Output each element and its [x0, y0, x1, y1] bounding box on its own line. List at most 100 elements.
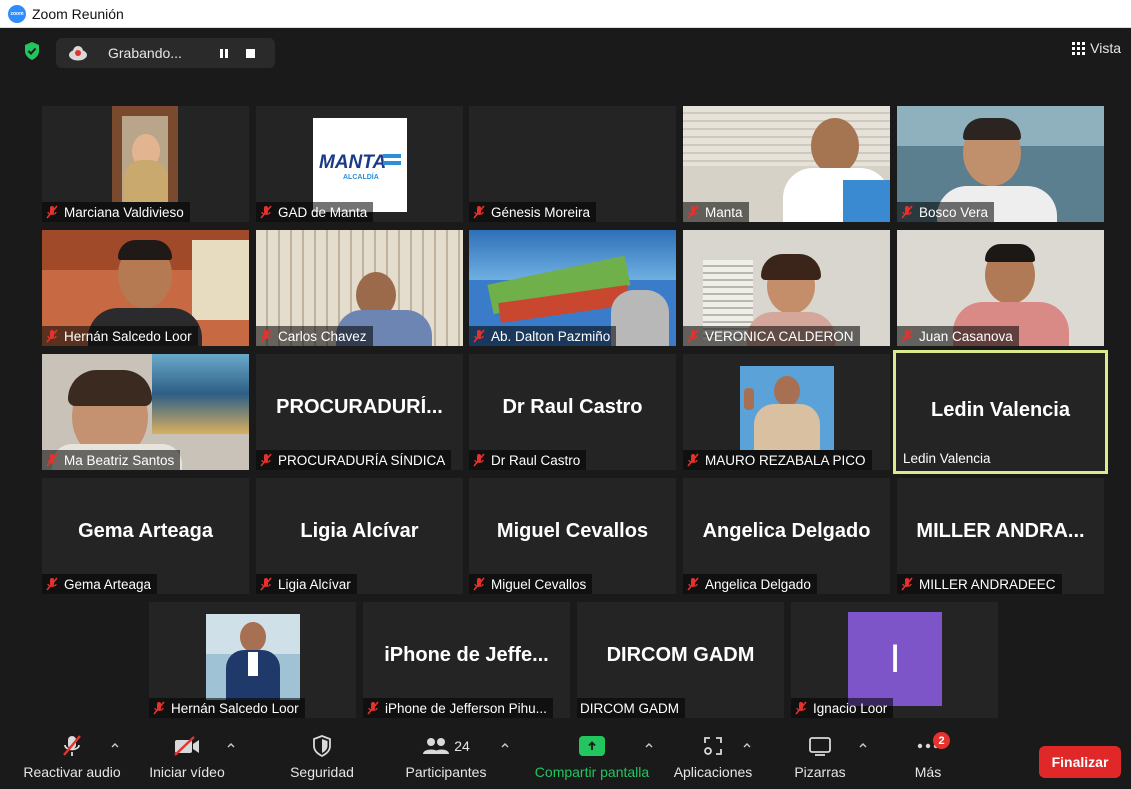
participant-name-label: Miguel Cevallos [469, 574, 593, 594]
video-tile[interactable]: MANTA ALCALDÍA GAD de Manta [256, 106, 463, 222]
share-options-chevron-up-icon[interactable] [644, 740, 654, 750]
participant-name-label: Angelica Delgado [683, 574, 817, 594]
pause-icon [220, 48, 223, 58]
muted-mic-icon [795, 701, 807, 715]
whiteboard-icon [809, 737, 831, 756]
video-tile[interactable]: Carlos Chavez [256, 230, 463, 346]
logo-stripe [383, 154, 401, 158]
muted-mic-icon [901, 577, 913, 591]
wall-frame [192, 240, 249, 320]
muted-mic-icon [260, 205, 272, 219]
participant-display-name: Ligia Alcívar [300, 520, 419, 542]
participant-name-label: Hernán Salcedo Loor [149, 698, 305, 718]
participant-face [811, 118, 859, 174]
participant-name-label: Génesis Moreira [469, 202, 597, 222]
participant-name: Angelica Delgado [705, 576, 811, 592]
encryption-shield-icon[interactable] [23, 41, 41, 61]
video-tile[interactable]: Dr Raul Castro Dr Raul Castro [469, 354, 676, 470]
participant-hair [985, 244, 1035, 262]
audio-options-chevron-up-icon[interactable] [110, 740, 120, 750]
recording-indicator: Grabando... [56, 38, 275, 68]
muted-mic-icon [687, 205, 699, 219]
logo-stripe [383, 161, 401, 165]
whiteboards-button[interactable]: Pizarras [786, 728, 854, 789]
zoom-logo-icon: zoom [8, 4, 26, 23]
participant-display-name: Gema Arteaga [78, 520, 213, 542]
participants-label: Participantes [405, 764, 487, 780]
start-video-button[interactable]: Iniciar vídeo [142, 728, 232, 789]
video-tile[interactable]: Gema Arteaga Gema Arteaga [42, 478, 249, 594]
participants-options-chevron-up-icon[interactable] [500, 740, 510, 750]
unmute-audio-button[interactable]: Reactivar audio [20, 728, 124, 789]
more-button[interactable]: 2 Más [906, 728, 950, 789]
participant-name-label: Carlos Chavez [256, 326, 373, 346]
video-tile[interactable]: PROCURADURÍ... PROCURADURÍA SÍNDICA [256, 354, 463, 470]
manta-logo-image: MANTA ALCALDÍA [313, 118, 407, 212]
participant-display-name: PROCURADURÍ... [276, 396, 443, 418]
manta-logo-text: MANTA [319, 152, 387, 173]
video-tile[interactable]: Ab. Dalton Pazmiño [469, 230, 676, 346]
muted-mic-icon [46, 329, 58, 343]
video-tile[interactable]: Ligia Alcívar Ligia Alcívar [256, 478, 463, 594]
participant-name: Carlos Chavez [278, 328, 367, 344]
muted-mic-icon [687, 329, 699, 343]
video-tile[interactable]: Hernán Salcedo Loor [42, 230, 249, 346]
participant-name-label: Dr Raul Castro [469, 450, 587, 470]
participant-name-label: MAURO REZABALA PICO [683, 450, 872, 470]
video-tile[interactable]: I Ignacio Loor [791, 602, 998, 718]
video-tile[interactable]: iPhone de Jeffe... iPhone de Jefferson P… [363, 602, 570, 718]
view-button[interactable]: Vista [1072, 40, 1121, 56]
video-tile[interactable]: MILLER ANDRA... MILLER ANDRADEEC [897, 478, 1104, 594]
video-tile[interactable]: Marciana Valdivieso [42, 106, 249, 222]
video-feed-bg [683, 106, 890, 166]
meeting-topbar: Grabando... Vista [0, 28, 1131, 78]
video-tile[interactable]: Bosco Vera [897, 106, 1104, 222]
pause-recording-button[interactable] [214, 43, 234, 63]
apps-options-chevron-up-icon[interactable] [742, 740, 752, 750]
participant-hair [963, 118, 1021, 140]
more-label: Más [914, 764, 942, 780]
pause-icon-bar [225, 48, 228, 58]
end-meeting-button[interactable]: Finalizar [1039, 746, 1121, 778]
muted-mic-icon [901, 329, 913, 343]
participant-name-label: iPhone de Jefferson Pihu... [363, 698, 553, 718]
share-screen-button[interactable]: Compartir pantalla [528, 728, 656, 789]
participant-name-label: Gema Arteaga [42, 574, 158, 594]
video-tile[interactable]: Hernán Salcedo Loor [149, 602, 356, 718]
window-title: Zoom Reunión [32, 5, 124, 22]
video-options-chevron-up-icon[interactable] [226, 740, 236, 750]
participant-name: GAD de Manta [278, 204, 368, 220]
security-button[interactable]: Seguridad [284, 728, 360, 789]
apps-button[interactable]: Aplicaciones [668, 728, 758, 789]
video-tile[interactable]: Miguel Cevallos Miguel Cevallos [469, 478, 676, 594]
participant-head [611, 290, 669, 346]
participant-name: PROCURADURÍA SÍNDICA [278, 452, 446, 468]
participant-name: Ab. Dalton Pazmiño [491, 328, 611, 344]
active-speaker-tile[interactable]: Ledin Valencia Ledin Valencia [893, 350, 1108, 474]
muted-mic-icon [63, 735, 81, 756]
participant-hair [118, 240, 172, 260]
video-tile[interactable]: Génesis Moreira [469, 106, 676, 222]
video-tile[interactable]: VERONICA CALDERON [683, 230, 890, 346]
muted-mic-icon [260, 453, 272, 467]
video-tile[interactable]: Manta [683, 106, 890, 222]
video-tile[interactable]: Juan Casanova [897, 230, 1104, 346]
video-tile[interactable]: Ma Beatriz Santos [42, 354, 249, 470]
share-screen-label: Compartir pantalla [534, 764, 650, 780]
muted-mic-icon [473, 205, 485, 219]
participant-shirt [843, 180, 890, 222]
participant-name: Ledin Valencia [903, 450, 991, 466]
participants-button[interactable]: 24 Participantes [398, 728, 494, 789]
video-tile[interactable]: Angelica Delgado Angelica Delgado [683, 478, 890, 594]
participant-display-name: DIRCOM GADM [606, 644, 755, 666]
whiteboard-options-chevron-up-icon[interactable] [858, 740, 868, 750]
video-tile[interactable]: DIRCOM GADM DIRCOM GADM [577, 602, 784, 718]
video-tile[interactable]: MAURO REZABALA PICO [683, 354, 890, 470]
participant-name: Ma Beatriz Santos [64, 452, 175, 468]
participant-name-label: Ledin Valencia [900, 448, 997, 468]
participant-name-label: GAD de Manta [256, 202, 374, 222]
muted-mic-icon [367, 701, 379, 715]
stop-recording-button[interactable] [240, 43, 260, 63]
photo-hand [744, 388, 754, 410]
wall-painting [152, 354, 249, 434]
